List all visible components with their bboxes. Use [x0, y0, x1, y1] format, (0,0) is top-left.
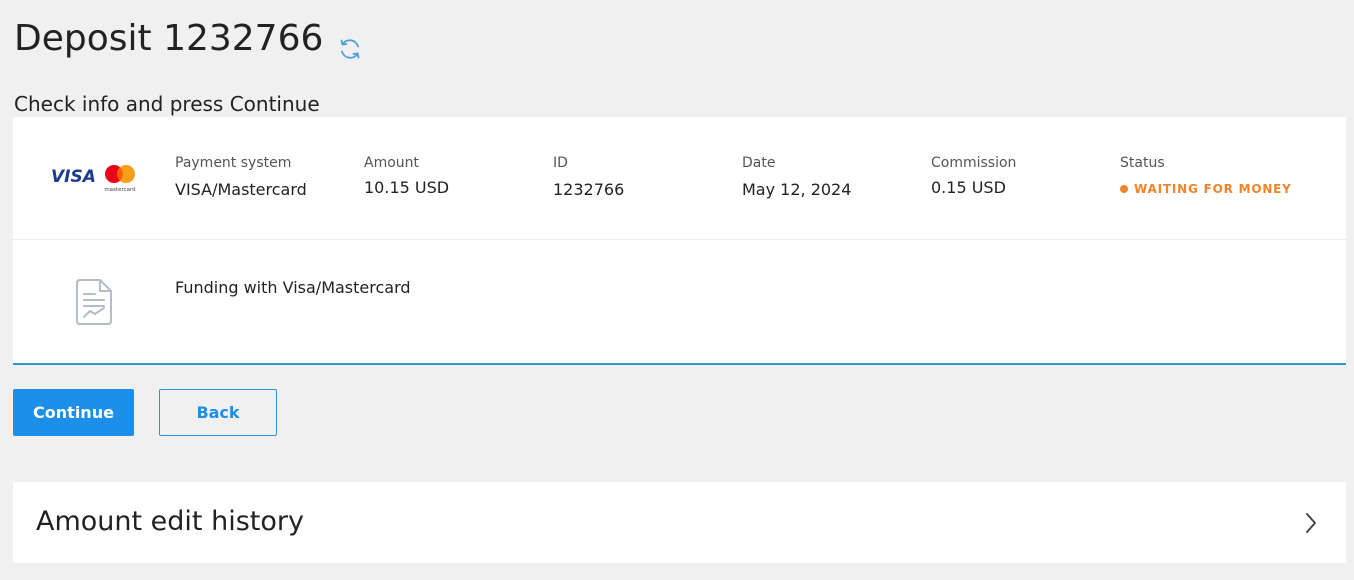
id-value: 1232766 — [553, 180, 625, 199]
amount-edit-history-title: Amount edit history — [36, 506, 304, 537]
status-field: Status WAITING FOR MONEY — [1120, 154, 1292, 196]
mastercard-logo-text: mastercard — [104, 187, 135, 193]
amount-edit-history-panel[interactable]: Amount edit history — [13, 482, 1346, 563]
commission-value: 0.15 USD — [931, 178, 1006, 197]
payment-system-field: Payment system VISA/Mastercard — [175, 154, 307, 200]
status-label: Status — [1120, 155, 1165, 171]
refresh-icon[interactable] — [337, 28, 363, 59]
payment-system-label: Payment system — [175, 155, 292, 171]
continue-button[interactable]: Continue — [13, 389, 134, 436]
page-title: Deposit 1232766 — [14, 16, 363, 62]
payment-details-card: VISA mastercard Payment system VISA/Mast… — [13, 117, 1346, 365]
date-label: Date — [742, 155, 776, 171]
status-badge: WAITING FOR MONEY — [1120, 182, 1292, 196]
amount-field: Amount 10.15 USD — [364, 154, 449, 198]
amount-value: 10.15 USD — [364, 178, 450, 197]
amount-label: Amount — [364, 155, 420, 171]
payment-description-row: Funding with Visa/Mastercard — [13, 240, 1346, 363]
payment-description: Funding with Visa/Mastercard — [175, 278, 411, 297]
payment-brand-logo: VISA mastercard — [51, 163, 141, 193]
id-label: ID — [553, 155, 568, 171]
id-field: ID 1232766 — [553, 154, 624, 200]
chevron-right-icon[interactable] — [1304, 511, 1318, 535]
payment-summary-row: VISA mastercard Payment system VISA/Mast… — [13, 117, 1346, 240]
commission-label: Commission — [931, 155, 1017, 171]
page-title-text: Deposit 1232766 — [14, 18, 324, 59]
visa-logo-text: VISA — [51, 167, 96, 187]
mastercard-logo-icon: mastercard — [103, 163, 137, 193]
payment-system-value: VISA/Mastercard — [175, 180, 307, 199]
date-value: May 12, 2024 — [742, 180, 852, 199]
back-button[interactable]: Back — [159, 389, 277, 436]
date-field: Date May 12, 2024 — [742, 154, 851, 200]
instruction-text: Check info and press Continue — [14, 92, 320, 116]
status-text: WAITING FOR MONEY — [1134, 182, 1292, 196]
commission-field: Commission 0.15 USD — [931, 154, 1016, 198]
document-chart-icon — [73, 277, 115, 327]
status-dot-icon — [1120, 185, 1128, 193]
